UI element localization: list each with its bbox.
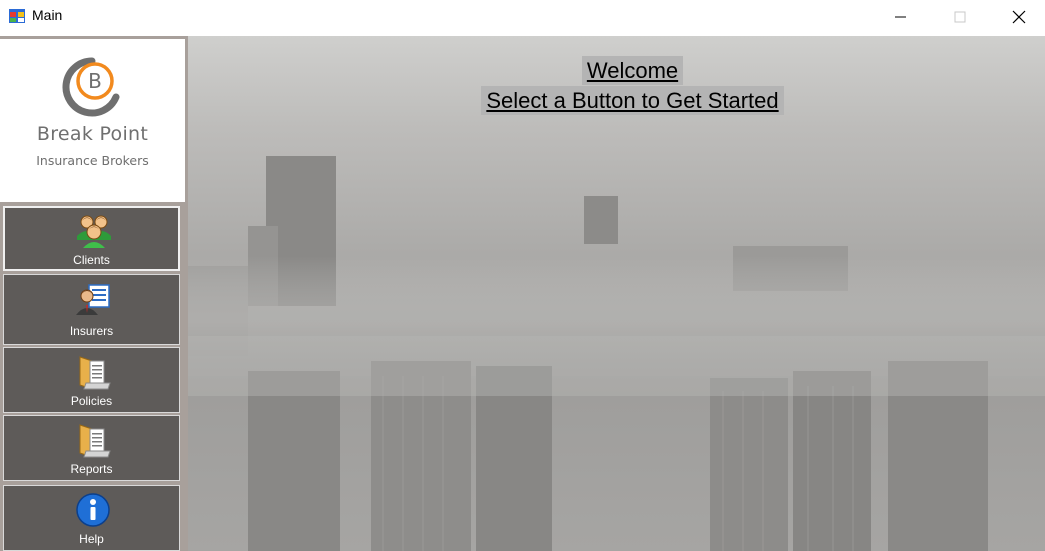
clients-label: Clients	[73, 253, 110, 267]
insurers-button[interactable]: Insurers	[3, 274, 180, 345]
policies-button[interactable]: Policies	[3, 347, 180, 413]
reports-label: Reports	[70, 462, 113, 476]
breakpoint-logo-icon: B	[62, 57, 120, 117]
help-button[interactable]: Help	[3, 485, 180, 551]
main-window: Main B Break Point Insurance Brokers Cli…	[0, 0, 1045, 551]
clients-button[interactable]: Clients	[3, 206, 180, 271]
person-card-icon	[76, 284, 110, 315]
reports-button[interactable]: Reports	[3, 415, 180, 481]
close-icon	[1012, 10, 1026, 24]
folder-documents-icon	[79, 356, 111, 390]
insurers-label: Insurers	[69, 324, 114, 338]
logo-subtitle: Insurance Brokers	[36, 153, 149, 168]
sidebar: B Break Point Insurance Brokers Clients	[0, 36, 188, 551]
window-title: Main	[32, 7, 63, 23]
windows-form-icon	[9, 9, 25, 23]
welcome-message: Welcome Select a Button to Get Started	[188, 56, 1045, 115]
main-panel: Welcome Select a Button to Get Started	[188, 36, 1045, 551]
company-logo: B Break Point Insurance Brokers	[0, 39, 185, 202]
logo-letter: B	[88, 69, 102, 93]
minimize-button[interactable]	[878, 0, 924, 34]
welcome-heading: Welcome	[581, 56, 684, 85]
policies-label: Policies	[70, 394, 113, 408]
maximize-icon	[954, 11, 966, 23]
logo-title: Break Point	[36, 123, 149, 145]
minimize-icon	[895, 16, 906, 18]
help-label: Help	[79, 532, 104, 546]
close-button[interactable]	[996, 0, 1042, 34]
info-icon	[76, 493, 110, 527]
users-group-icon	[77, 215, 111, 248]
title-bar: Main	[0, 0, 1045, 34]
folder-documents-icon	[79, 424, 111, 458]
maximize-button[interactable]	[937, 0, 983, 34]
welcome-instruction: Select a Button to Get Started	[481, 86, 784, 115]
